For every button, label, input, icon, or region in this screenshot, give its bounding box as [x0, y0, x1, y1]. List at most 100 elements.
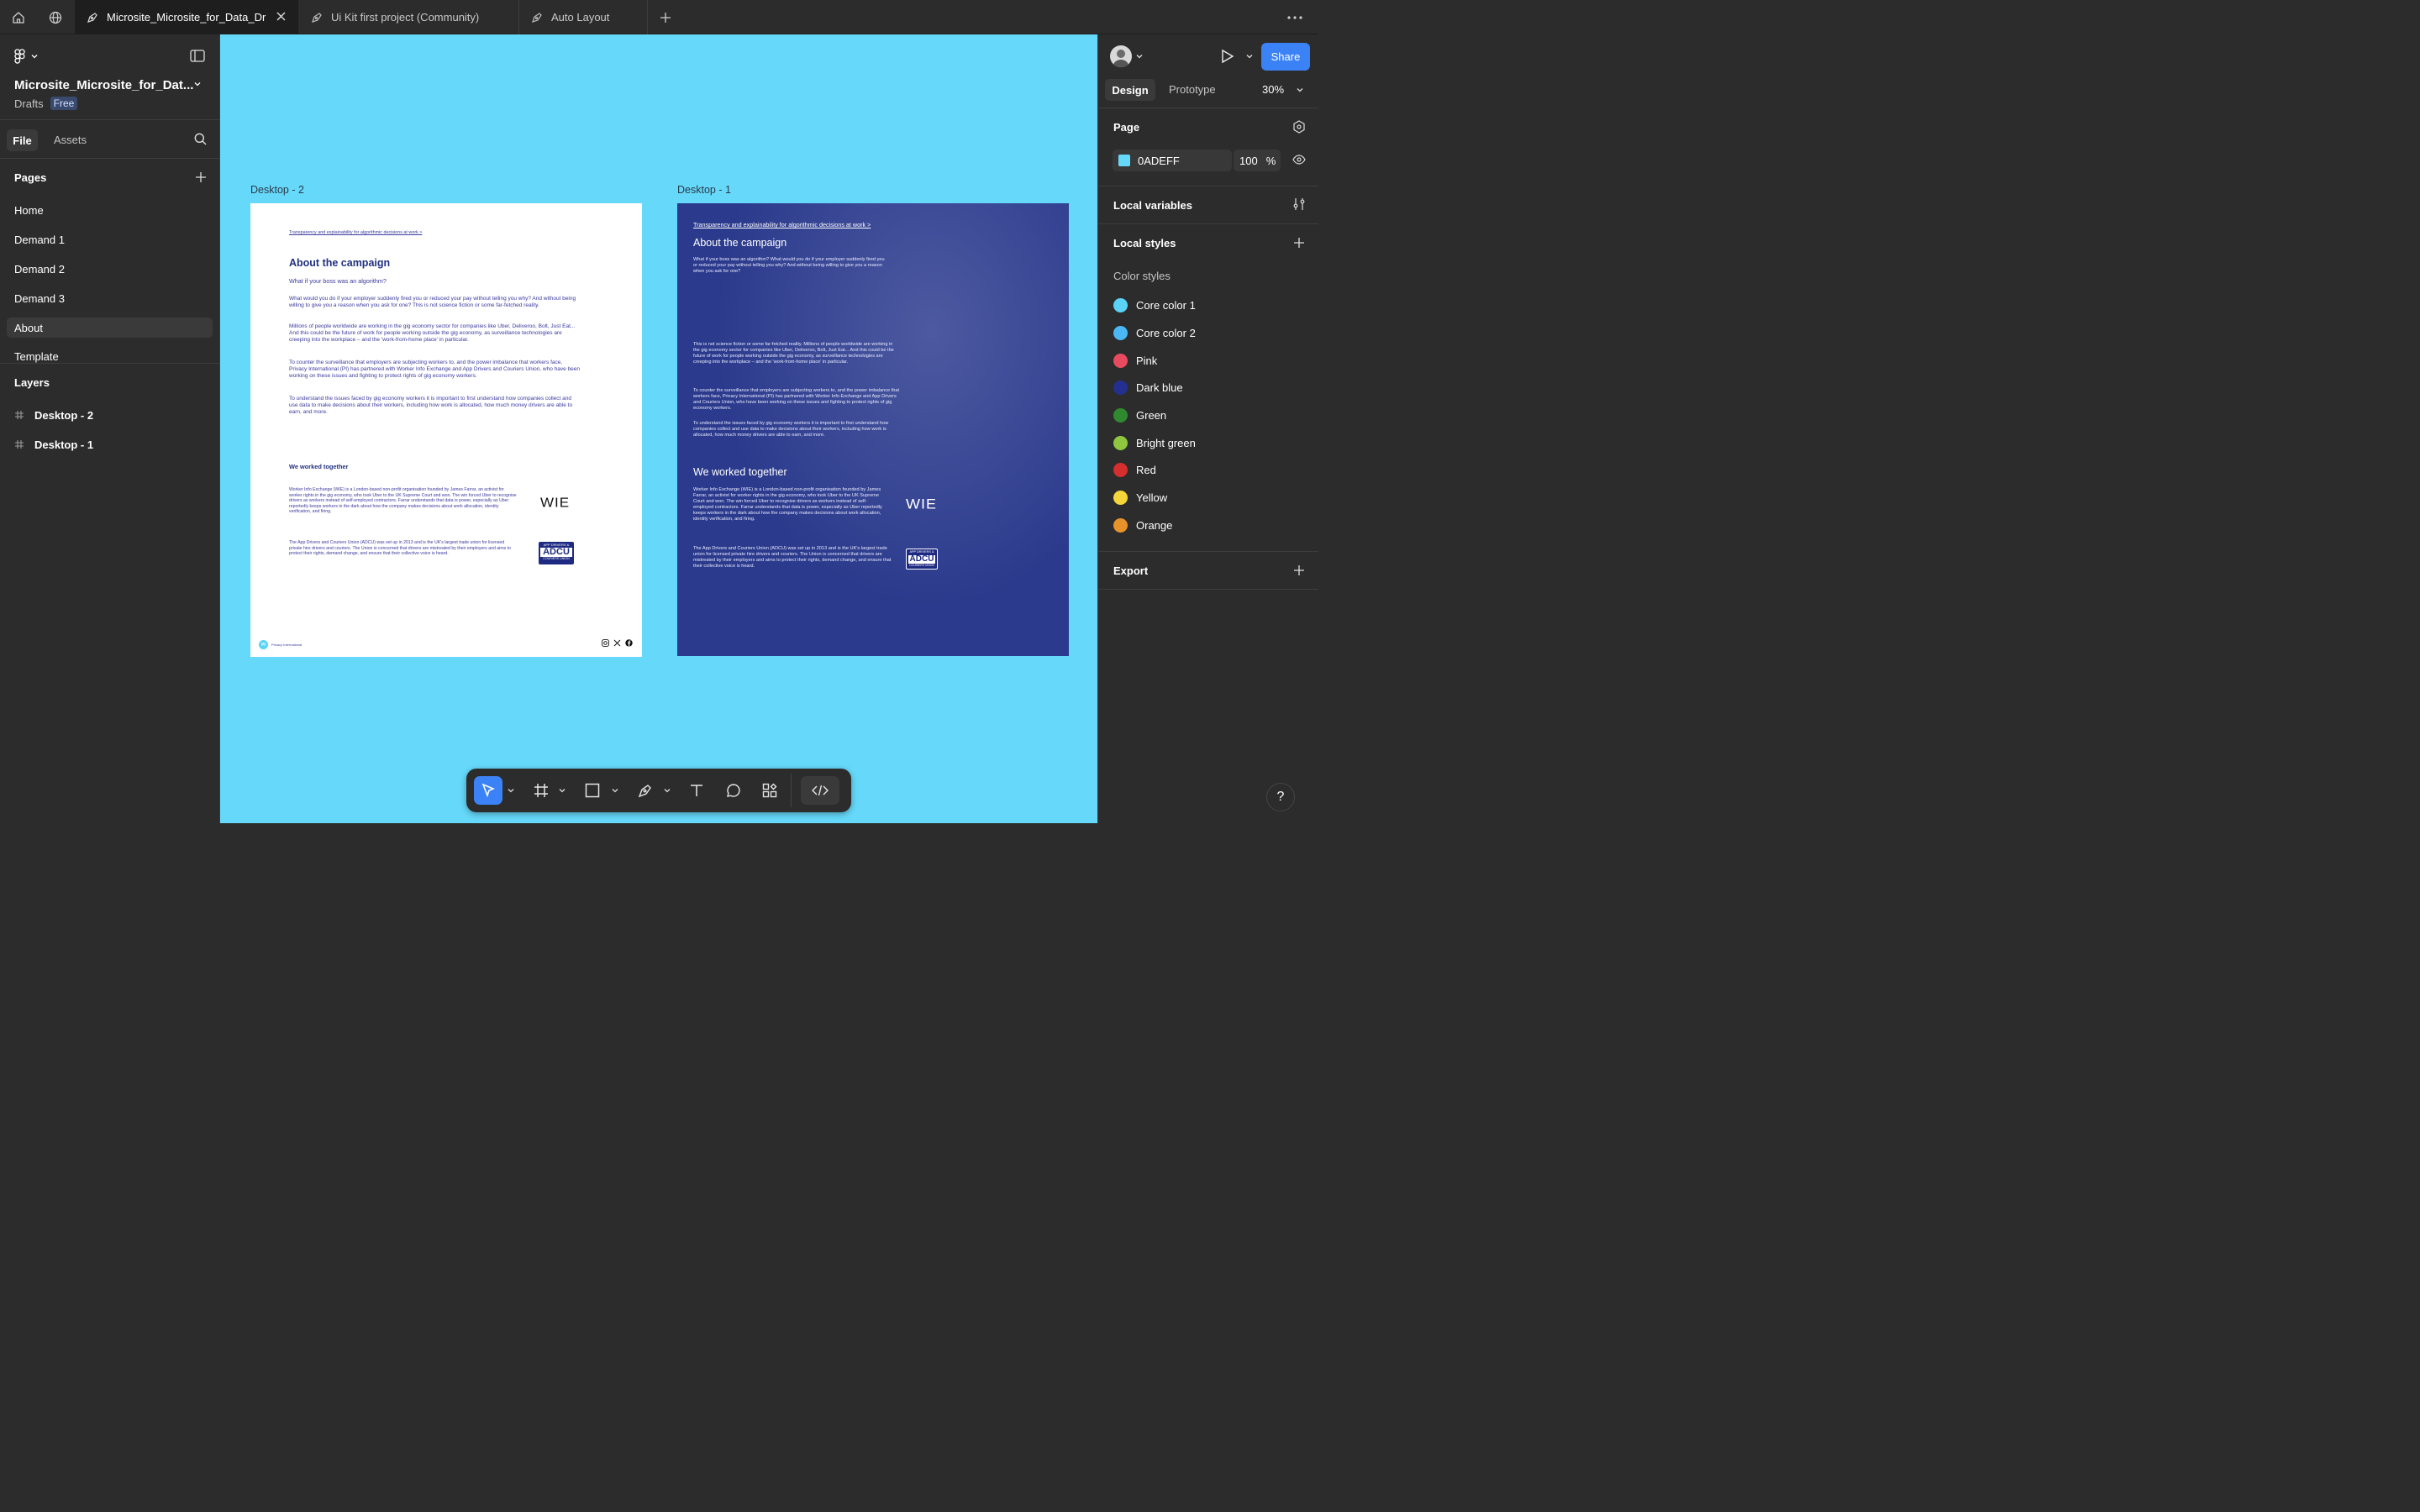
color-style-core-color-1[interactable]: Core color 1 — [1113, 295, 1196, 315]
close-tab-icon[interactable] — [276, 11, 287, 22]
color-style-green[interactable]: Green — [1113, 405, 1166, 425]
add-export-plus-icon[interactable] — [1293, 564, 1305, 576]
frame-desktop-1[interactable]: Transparency and explainability for algo… — [677, 203, 1069, 656]
file-name[interactable]: Microsite_Microsite_for_Dat... — [14, 78, 193, 92]
left-panel: Microsite_Microsite_for_Dat... Drafts Fr… — [0, 34, 220, 823]
main-menu-button[interactable] — [14, 49, 38, 64]
layer-desktop-2[interactable]: Desktop - 2 — [14, 405, 93, 425]
pen-tool-button[interactable] — [631, 776, 660, 805]
user-avatar[interactable] — [1110, 45, 1132, 67]
page-item-home[interactable]: Home — [7, 200, 213, 220]
page-item-template[interactable]: Template — [7, 347, 213, 364]
file-location[interactable]: Drafts — [14, 97, 44, 110]
bottom-toolbar — [466, 769, 851, 812]
color-style-orange[interactable]: Orange — [1113, 515, 1172, 535]
chevron-down-icon[interactable] — [1136, 54, 1143, 59]
page-color-swatch[interactable] — [1118, 155, 1130, 166]
x-twitter-icon[interactable] — [613, 639, 621, 647]
frame-tool-button[interactable] — [527, 776, 555, 805]
color-style-bright-green[interactable]: Bright green — [1113, 433, 1196, 453]
tab-file[interactable]: File — [7, 129, 38, 151]
page-color-input[interactable]: 0ADEFF — [1113, 150, 1232, 171]
chevron-down-icon[interactable] — [662, 776, 672, 805]
chevron-down-icon[interactable] — [506, 776, 516, 805]
tab-ui-kit[interactable]: Ui Kit first project (Community) — [299, 0, 518, 34]
comment-tool-button[interactable] — [719, 776, 748, 805]
new-tab-plus-icon[interactable] — [655, 0, 676, 34]
color-style-pink[interactable]: Pink — [1113, 350, 1157, 370]
design-canvas[interactable]: Desktop - 2 Desktop - 1 Transparency and… — [220, 34, 1097, 823]
tab-design[interactable]: Design — [1105, 79, 1155, 101]
page-item-demand-1[interactable]: Demand 1 — [7, 229, 213, 249]
page-opacity-input[interactable]: 100 % — [1234, 150, 1281, 171]
frame-label-desktop-2[interactable]: Desktop - 2 — [250, 184, 304, 196]
color-style-dark-blue[interactable]: Dark blue — [1113, 377, 1183, 397]
tab-microsite[interactable]: Microsite_Microsite_for_Data_Dri — [75, 0, 298, 34]
toggle-sidebar-icon[interactable] — [190, 50, 205, 62]
color-swatch — [1113, 490, 1128, 505]
chevron-down-icon[interactable] — [1297, 87, 1303, 92]
actions-tool-button[interactable] — [755, 776, 784, 805]
color-swatch — [1113, 462, 1128, 477]
chevron-down-icon[interactable] — [1246, 54, 1253, 59]
color-style-core-color-2[interactable]: Core color 2 — [1113, 323, 1196, 343]
chevron-down-icon[interactable] — [194, 81, 201, 87]
page-item-about[interactable]: About — [7, 318, 213, 338]
layers-title: Layers — [14, 376, 50, 389]
facebook-icon[interactable] — [625, 639, 633, 647]
community-globe-icon[interactable] — [44, 0, 67, 34]
color-swatch — [1113, 297, 1128, 312]
frame-desktop-2[interactable]: Transparency and explainability for algo… — [250, 203, 642, 657]
design-file-icon — [531, 12, 543, 24]
local-variables-title[interactable]: Local variables — [1113, 199, 1192, 212]
breadcrumb-link[interactable]: Transparency and explainability for algo… — [289, 230, 541, 236]
present-play-icon[interactable] — [1221, 49, 1234, 64]
page-item-demand-2[interactable]: Demand 2 — [7, 259, 213, 279]
page-color-hex: 0ADEFF — [1138, 154, 1180, 167]
variables-sliders-icon[interactable] — [1292, 197, 1306, 211]
move-tool-button[interactable] — [474, 776, 502, 805]
adcu-logo: APP DRIVERS & ADCU COURIERS UNION — [906, 549, 938, 570]
page-section-title: Page — [1113, 121, 1140, 134]
dev-mode-toggle[interactable] — [801, 776, 839, 805]
breadcrumb-link[interactable]: Transparency and explainability for algo… — [693, 221, 945, 228]
paragraph-2: To counter the surveillance that employe… — [693, 388, 900, 411]
wie-description: Worker Info Exchange (WIE) is a London-b… — [693, 487, 882, 522]
frame-hash-icon — [14, 410, 24, 420]
more-options-icon[interactable] — [1282, 0, 1307, 34]
tab-assets[interactable]: Assets — [54, 134, 87, 146]
tab-auto-layout[interactable]: Auto Layout — [519, 0, 647, 34]
search-icon[interactable] — [194, 133, 207, 145]
frame-label-desktop-1[interactable]: Desktop - 1 — [677, 184, 731, 196]
layer-desktop-1[interactable]: Desktop - 1 — [14, 434, 93, 454]
shape-tool-button[interactable] — [578, 776, 607, 805]
home-icon[interactable] — [7, 0, 30, 34]
rectangle-icon — [585, 783, 600, 798]
color-style-yellow[interactable]: Yellow — [1113, 487, 1167, 507]
color-swatch — [1113, 380, 1128, 395]
footer-org-name: Privacy International — [271, 643, 302, 647]
share-button[interactable]: Share — [1261, 43, 1310, 71]
chevron-down-icon[interactable] — [557, 776, 567, 805]
tab-bar: Microsite_Microsite_for_Data_Dri Ui Kit … — [0, 0, 1318, 34]
paragraph-3: To understand the issues faced by gig ec… — [693, 421, 889, 438]
wie-logo: WIE — [906, 496, 937, 512]
social-icons — [602, 639, 633, 647]
help-button[interactable]: ? — [1266, 783, 1295, 811]
tab-prototype[interactable]: Prototype — [1169, 83, 1216, 96]
eye-visibility-icon[interactable] — [1292, 155, 1306, 165]
chevron-down-icon[interactable] — [610, 776, 620, 805]
instagram-icon[interactable] — [602, 639, 609, 647]
styles-library-icon[interactable] — [1292, 120, 1306, 134]
layer-label: Desktop - 1 — [34, 438, 94, 451]
text-tool-button[interactable] — [682, 776, 711, 805]
page-item-demand-3[interactable]: Demand 3 — [7, 288, 213, 308]
frame-hash-icon — [14, 439, 24, 449]
color-style-red[interactable]: Red — [1113, 459, 1156, 480]
zoom-level[interactable]: 30% — [1262, 83, 1284, 96]
add-style-plus-icon[interactable] — [1293, 237, 1305, 249]
plan-badge: Free — [50, 97, 78, 110]
page-heading: About the campaign — [693, 237, 787, 249]
add-page-plus-icon[interactable] — [195, 171, 207, 183]
page-heading: About the campaign — [289, 257, 391, 269]
